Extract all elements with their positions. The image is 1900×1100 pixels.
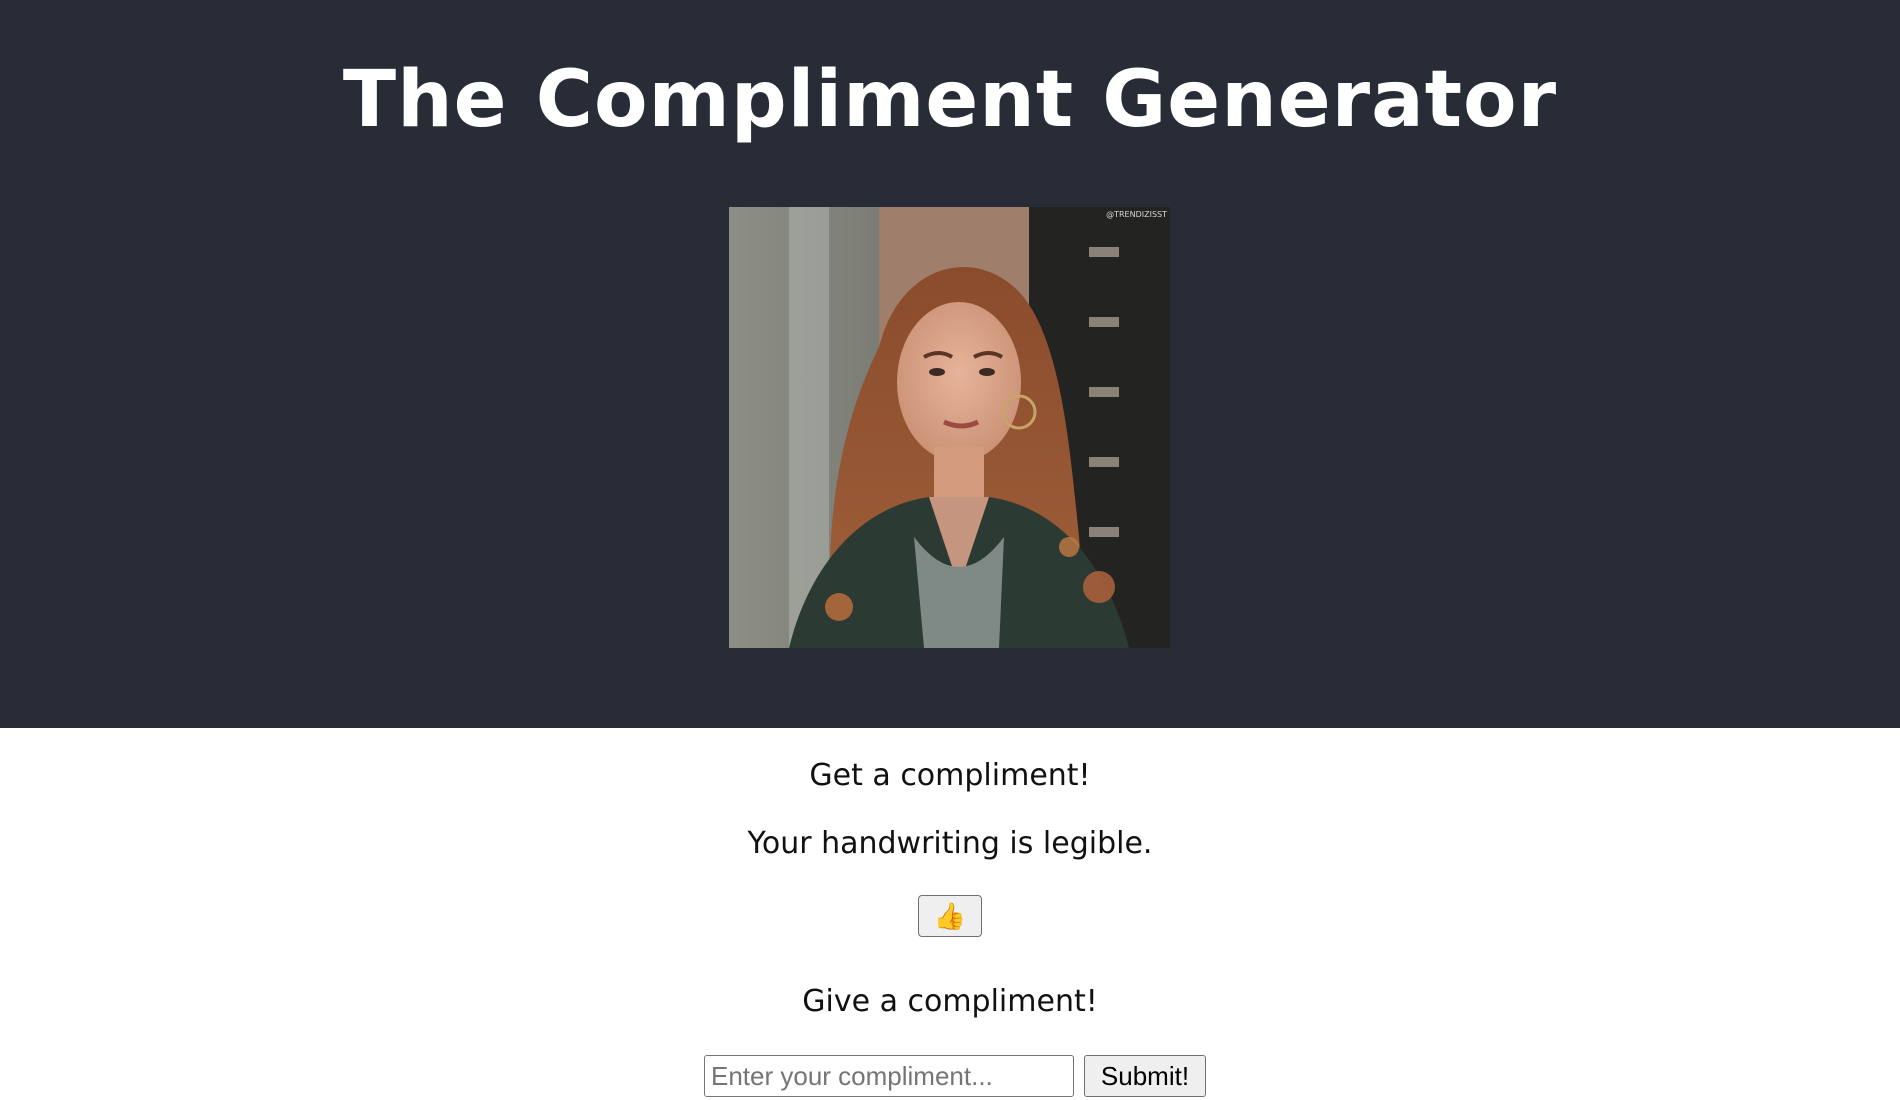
gif-watermark: @TRENDIZISST [1106,210,1167,219]
main-content: Get a compliment! Your handwriting is le… [0,728,1900,1100]
compliment-text: Your handwriting is legible. [747,826,1153,861]
get-compliment-heading: Get a compliment! [809,758,1091,793]
submit-button[interactable]: Submit! [1084,1055,1206,1097]
give-compliment-heading: Give a compliment! [802,984,1098,1019]
thumbs-up-button[interactable]: 👍 [918,895,982,937]
page-title: The Compliment Generator [342,55,1558,145]
compliment-gif-image: @TRENDIZISST [729,207,1170,648]
thumbs-up-icon: 👍 [933,901,967,931]
compliment-input[interactable] [704,1055,1074,1097]
hero-header: The Compliment Generator @TRENDIZISST [0,0,1900,728]
